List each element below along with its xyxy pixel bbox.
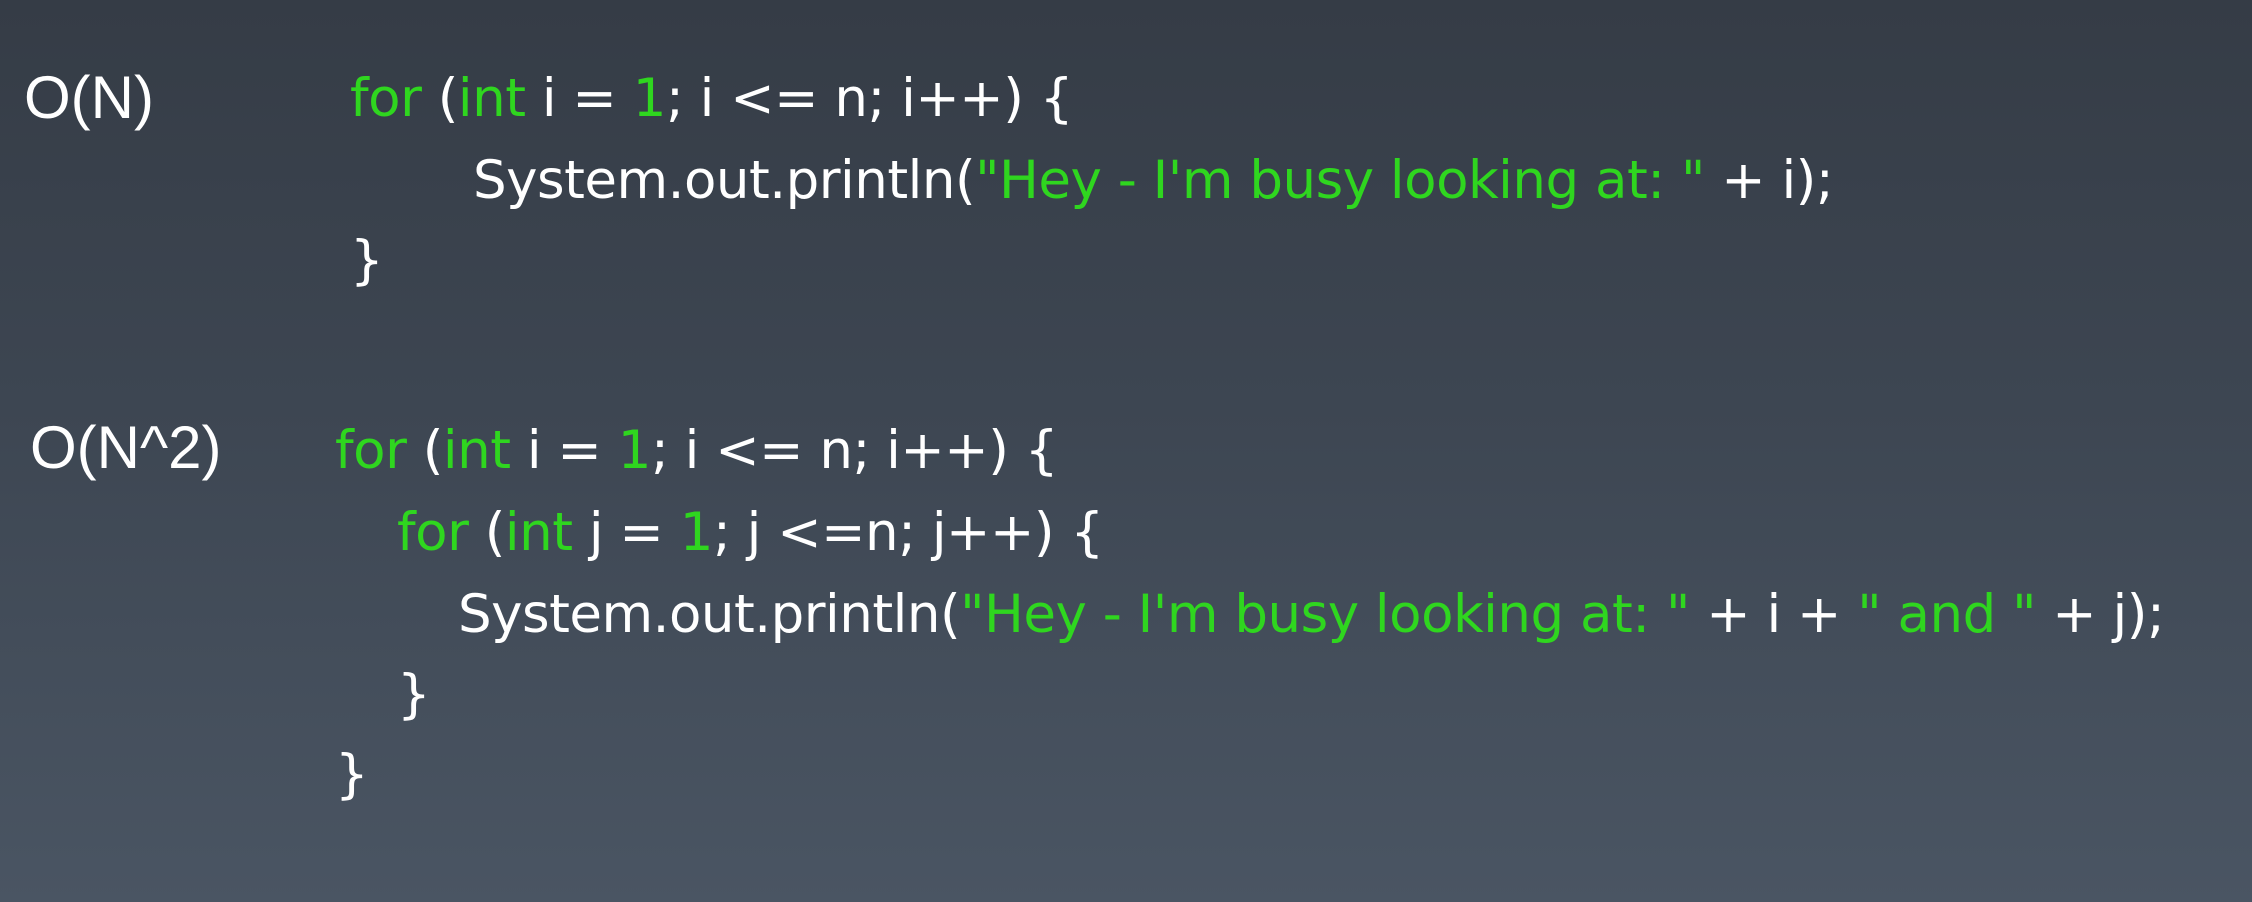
- code-keyword: for: [397, 502, 469, 563]
- code-text: }: [335, 744, 369, 805]
- code-keyword: for: [335, 420, 407, 481]
- code-text: System.out.println(: [473, 150, 976, 211]
- code-text: System.out.println(: [458, 584, 961, 645]
- code-text: + i +: [1689, 584, 1858, 645]
- code-keyword: for: [350, 68, 422, 129]
- code-number: 1: [617, 420, 652, 481]
- code-keyword: int: [442, 420, 511, 481]
- code-text: + i);: [1704, 150, 1834, 211]
- code-text: (: [406, 420, 444, 481]
- code-text: (: [468, 502, 506, 563]
- big-o-quadratic-label: O(N^2): [30, 414, 222, 481]
- code-line: System.out.println("Hey - I'm busy looki…: [458, 588, 2165, 641]
- code-text: }: [350, 230, 384, 291]
- code-line: }: [350, 234, 384, 287]
- code-keyword: int: [457, 68, 526, 129]
- code-line: }: [335, 748, 369, 801]
- code-text: j =: [572, 502, 680, 563]
- code-text: ; i <= n; i++) {: [665, 68, 1074, 129]
- code-text: + j);: [2035, 584, 2165, 645]
- code-keyword: int: [504, 502, 573, 563]
- code-string: " and ": [1857, 584, 2036, 645]
- code-line: System.out.println("Hey - I'm busy looki…: [473, 154, 1834, 207]
- code-text: ; j <=n; j++) {: [712, 502, 1104, 563]
- code-text: i =: [525, 68, 633, 129]
- code-number: 1: [679, 502, 714, 563]
- code-string: "Hey - I'm busy looking at: ": [975, 150, 1705, 211]
- slide: O(N) for (int i = 1; i <= n; i++) { Syst…: [0, 0, 2252, 902]
- code-line: for (int j = 1; j <=n; j++) {: [397, 506, 1104, 559]
- code-line: for (int i = 1; i <= n; i++) {: [350, 72, 1073, 125]
- code-text: (: [421, 68, 459, 129]
- code-line: for (int i = 1; i <= n; i++) {: [335, 424, 1058, 477]
- code-number: 1: [632, 68, 667, 129]
- code-line: }: [397, 668, 431, 721]
- code-string: "Hey - I'm busy looking at: ": [960, 584, 1690, 645]
- code-text: }: [397, 664, 431, 725]
- big-o-linear-label: O(N): [24, 64, 154, 131]
- code-text: i =: [510, 420, 618, 481]
- code-text: ; i <= n; i++) {: [650, 420, 1059, 481]
